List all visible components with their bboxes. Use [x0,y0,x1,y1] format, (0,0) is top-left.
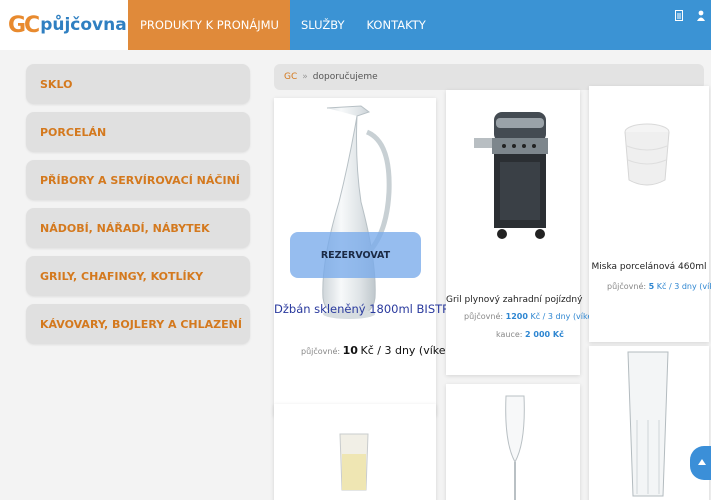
user-icon[interactable] [697,10,705,24]
logo-mark: GC [8,12,40,38]
product-title[interactable]: Gril plynový zahradní pojízdný [446,295,582,305]
product-card-champagne[interactable] [274,404,436,500]
category-pribory[interactable]: PŘÍBORY A SERVÍROVACÍ NÁČINÍ [26,160,250,200]
breadcrumb-home[interactable]: GC [284,72,297,82]
nav-services[interactable]: SLUŽBY [290,0,356,50]
logo[interactable]: GC půjčovna [0,0,128,50]
price-value: 10 [342,344,358,357]
price-prefix: půjčovné: [301,347,341,356]
product-card-grill[interactable]: Gril plynový zahradní pojízdný půjčovné:… [446,90,606,375]
nav-contacts[interactable]: KONTAKTY [356,0,437,50]
price-value: 5 [648,282,655,291]
main-nav: PRODUKTY K PRONÁJMU SLUŽBY KONTAKTY [128,0,437,50]
product-deposit: kauce: 2 000 Kč [496,330,564,339]
category-porcelan[interactable]: PORCELÁN [26,112,250,152]
arrow-up-icon [697,455,707,471]
deposit-value: 2 000 Kč [525,330,564,339]
price-unit: Kč / 3 dny (víkend) [656,282,711,291]
flute-glass-image [505,395,525,500]
tumbler-glass-image [627,351,669,497]
product-price: půjčovné: 10 Kč / 3 dny (víkend) [301,344,464,357]
product-card-flute[interactable] [446,384,580,500]
product-price: půjčovné: 1200 Kč / 3 dny (víkend) [464,312,606,321]
product-card-tumbler[interactable] [589,346,709,500]
category-nadobi[interactable]: NÁDOBÍ, NÁŘADÍ, NÁBYTEK [26,208,250,248]
champagne-glass-image [339,433,369,491]
price-prefix: půjčovné: [607,282,647,291]
deposit-label: kauce: [496,330,523,339]
reserve-button[interactable]: REZERVOVAT [290,232,421,278]
product-title[interactable]: Miska porcelánová 460ml [589,262,709,272]
price-value: 1200 [505,312,528,321]
top-bar: GC půjčovna PRODUKTY K PRONÁJMU SLUŽBY K… [0,0,711,50]
product-title[interactable]: Džbán skleněný 1800ml BISTRO [274,302,459,316]
document-icon[interactable] [675,10,683,24]
price-prefix: půjčovné: [464,312,504,321]
breadcrumb-current: doporučujeme [312,72,378,82]
breadcrumb-separator: » [302,72,308,82]
scroll-to-top-button[interactable] [690,446,711,480]
category-kavovary[interactable]: KÁVOVARY, BOJLERY A CHLAZENÍ [26,304,250,344]
nav-products[interactable]: PRODUKTY K PRONÁJMU [128,0,290,50]
product-card-bowl[interactable]: Miska porcelánová 460ml půjčovné: 5 Kč /… [589,86,711,342]
category-sklo[interactable]: SKLO [26,64,250,104]
logo-text: půjčovna [40,15,127,35]
pitcher-image [322,105,392,319]
grill-image [474,112,548,239]
bowl-image [624,123,670,186]
header-icons [675,10,705,24]
product-price: půjčovné: 5 Kč / 3 dny (víkend) [607,282,711,291]
category-grily[interactable]: GRILY, CHAFINGY, KOTLÍKY [26,256,250,296]
